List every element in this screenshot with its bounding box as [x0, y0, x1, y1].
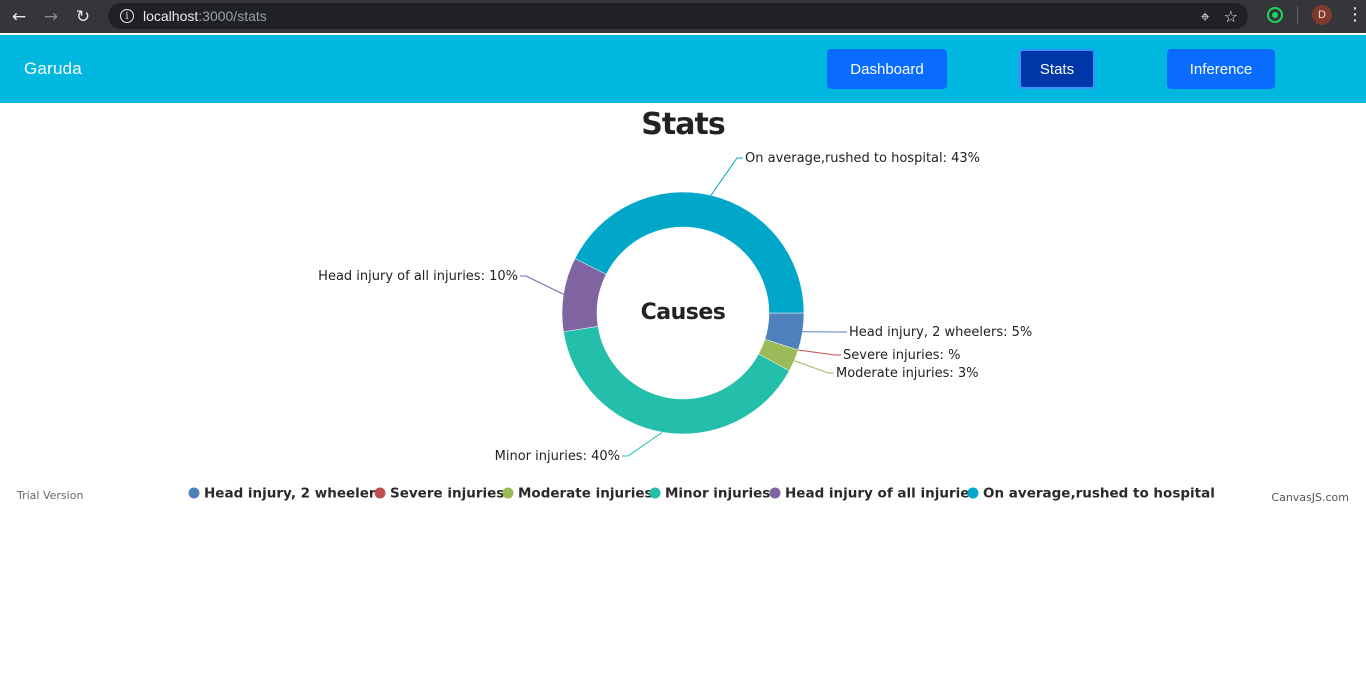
address-bar[interactable]: i localhost:3000/stats ⌖ ☆	[108, 3, 1248, 29]
legend-marker-icon	[188, 487, 200, 499]
url-host: localhost	[143, 8, 199, 24]
inference-button[interactable]: Inference	[1167, 49, 1275, 89]
dashboard-button[interactable]: Dashboard	[827, 49, 947, 89]
chart-legend: Head injury, 2 wheelers Severe injuries Mo…	[188, 486, 1215, 502]
chart-title: Stats	[641, 107, 725, 142]
legend-item[interactable]: Severe injuries	[374, 486, 505, 502]
data-label: Severe injuries: %	[843, 348, 960, 363]
legend-marker-icon	[649, 487, 661, 499]
reload-icon[interactable]: ↻	[70, 4, 96, 30]
brand-logo[interactable]: Garuda	[24, 59, 82, 79]
data-label: Head injury, 2 wheelers: 5%	[849, 325, 1032, 340]
legend-item[interactable]: Moderate injuries	[502, 486, 653, 502]
trial-version-watermark: Trial Version	[16, 489, 83, 502]
url-text[interactable]: localhost:3000/stats	[143, 8, 267, 24]
toolbar-separator	[1297, 6, 1298, 24]
label-connector	[710, 157, 743, 196]
legend-label: Moderate injuries	[518, 486, 653, 502]
app-header: Garuda Dashboard Stats Inference	[0, 35, 1366, 103]
legend-item[interactable]: Minor injuries	[649, 486, 771, 502]
profile-avatar[interactable]: D	[1312, 5, 1332, 25]
menu-icon[interactable]: ⋮	[1346, 5, 1364, 25]
forward-icon[interactable]: →	[38, 4, 64, 30]
legend-label: Head injury, 2 wheelers	[204, 486, 384, 502]
bookmark-star-icon[interactable]: ☆	[1224, 7, 1238, 27]
legend-marker-icon	[769, 487, 781, 499]
legend-item[interactable]: Head injury of all injuries	[769, 486, 978, 502]
legend-marker-icon	[967, 487, 979, 499]
browser-toolbar: ← → ↻ i localhost:3000/stats ⌖ ☆ D ⋮	[0, 0, 1366, 33]
url-path: :3000/stats	[198, 8, 267, 24]
legend-label: Severe injuries	[390, 486, 504, 502]
site-info-icon[interactable]: i	[120, 9, 134, 23]
canvasjs-credit-link[interactable]: CanvasJS.com	[1271, 491, 1349, 504]
legend-label: Head injury of all injuries	[785, 486, 977, 502]
location-icon[interactable]: ⌖	[1201, 7, 1210, 27]
label-connector	[798, 349, 841, 356]
legend-item[interactable]: On average,rushed to hospital	[967, 486, 1215, 502]
label-connector	[622, 431, 663, 457]
label-connector	[520, 275, 564, 295]
chart-center-label: Causes	[641, 300, 726, 325]
stats-button[interactable]: Stats	[1019, 49, 1095, 89]
stats-doughnut-chart: Stats Head injury, 2 wheelers: 5% Severe …	[16, 107, 1349, 504]
data-label: On average,rushed to hospital: 43%	[745, 151, 980, 166]
legend-marker-icon	[502, 487, 514, 499]
legend-label: On average,rushed to hospital	[983, 486, 1215, 502]
back-icon[interactable]: ←	[6, 4, 32, 30]
data-label: Head injury of all injuries: 10%	[318, 269, 518, 284]
legend-item[interactable]: Head injury, 2 wheelers	[188, 486, 384, 502]
data-label: Minor injuries: 40%	[495, 449, 620, 464]
slice-minor-injuries[interactable]	[563, 326, 790, 435]
legend-marker-icon	[374, 487, 386, 499]
legend-label: Minor injuries	[665, 486, 770, 502]
slice-on-average-rushed-to-hospital[interactable]	[574, 191, 805, 314]
extension-icon[interactable]	[1267, 7, 1283, 23]
label-connector	[794, 360, 834, 374]
data-label: Moderate injuries: 3%	[836, 366, 979, 381]
